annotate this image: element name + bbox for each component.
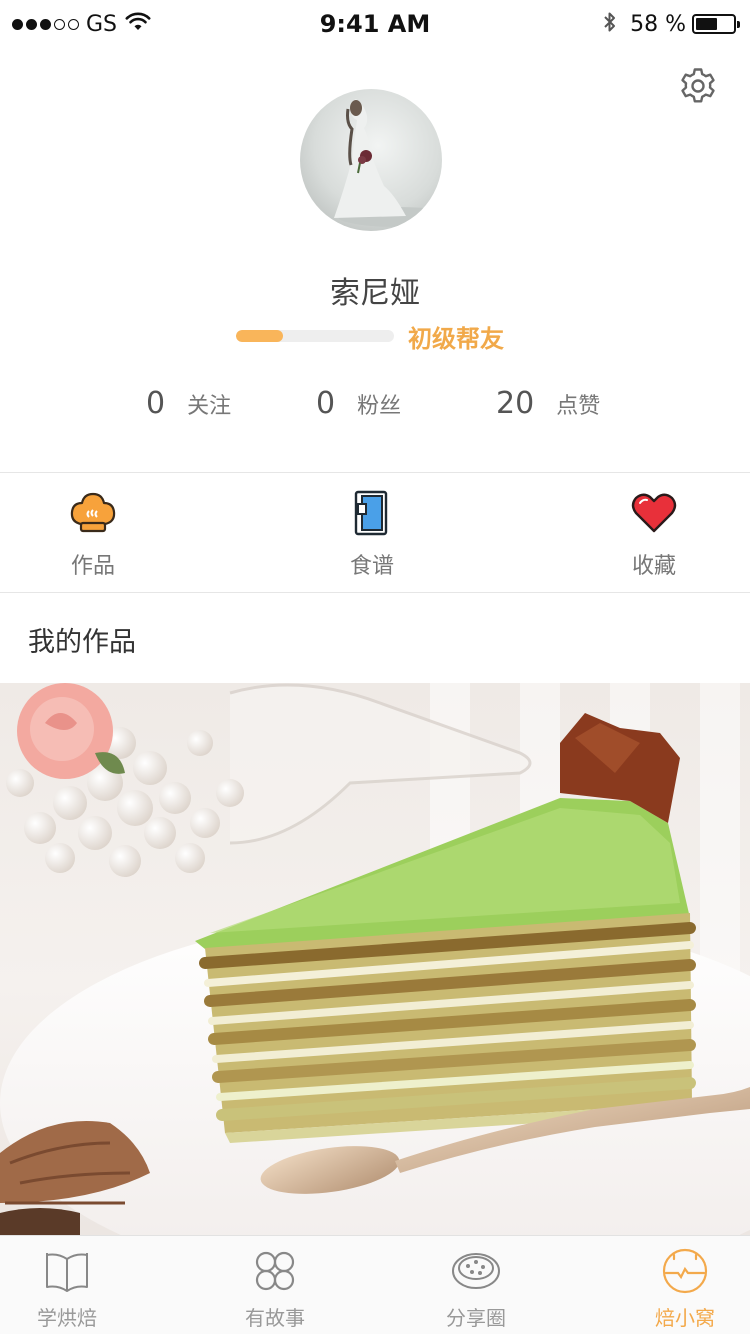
tab-my-home[interactable]: 焙小窝: [630, 1246, 740, 1332]
username: 索尼娅: [330, 276, 420, 311]
battery-area: 58 %: [602, 10, 740, 38]
feature-favorites[interactable]: 收藏: [584, 488, 724, 580]
cookie-icon: [452, 1253, 500, 1289]
avatar[interactable]: [300, 89, 442, 231]
tab-label: 有故事: [245, 1306, 305, 1330]
stats-row: 0 关注 0 粉丝 20 点赞: [0, 386, 750, 430]
settings-button[interactable]: [676, 64, 720, 108]
feature-recipes[interactable]: 食谱: [302, 488, 442, 580]
avatar-image: [334, 99, 442, 227]
cake-icon: [662, 1248, 708, 1294]
chef-hat-icon: [70, 492, 116, 533]
stat-value: 0: [316, 386, 336, 421]
divider: [0, 472, 750, 473]
feature-label: 作品: [70, 554, 115, 579]
battery-percent: 58 %: [630, 11, 686, 37]
stat-label: 关注: [187, 394, 232, 419]
feature-label: 收藏: [631, 554, 676, 579]
bluetooth-icon: [602, 10, 618, 38]
heart-icon: [631, 493, 677, 533]
battery-fill: [696, 18, 717, 30]
stat-value: 20: [496, 386, 535, 421]
clover-icon: [255, 1251, 295, 1291]
battery-icon: [692, 14, 740, 34]
stat-label: 粉丝: [357, 394, 402, 419]
stat-label: 点赞: [556, 394, 601, 419]
level-title: 初级帮友: [408, 324, 504, 353]
tab-label: 学烘焙: [37, 1306, 97, 1330]
recipe-book-icon: [354, 490, 388, 536]
tab-label: 焙小窝: [655, 1306, 715, 1330]
feature-label: 食谱: [349, 554, 394, 579]
stat-following[interactable]: 0 关注: [146, 386, 231, 421]
level-progress-bar: [236, 330, 394, 342]
gear-icon: [681, 68, 715, 103]
feature-works[interactable]: 作品: [23, 488, 163, 580]
level-row: 初级帮友: [236, 318, 504, 354]
section-title: 我的作品: [28, 627, 136, 658]
tab-learn-baking[interactable]: 学烘焙: [12, 1246, 122, 1332]
divider: [0, 592, 750, 593]
tab-stories[interactable]: 有故事: [220, 1246, 330, 1332]
tab-bar: 学烘焙 有故事 分享圈 焙小窝: [0, 1235, 750, 1334]
cake-photo: [0, 683, 750, 1235]
work-image[interactable]: [0, 683, 750, 1235]
battery-cap: [737, 21, 740, 28]
tab-share-circle[interactable]: 分享圈: [421, 1246, 531, 1332]
stat-value: 0: [146, 386, 166, 421]
level-progress-fill: [236, 330, 284, 342]
tab-label: 分享圈: [446, 1306, 506, 1330]
book-icon: [46, 1253, 88, 1292]
stat-likes[interactable]: 20 点赞: [496, 386, 600, 421]
status-bar: GS 9:41 AM 58 %: [0, 0, 750, 50]
stat-followers[interactable]: 0 粉丝: [316, 386, 401, 421]
